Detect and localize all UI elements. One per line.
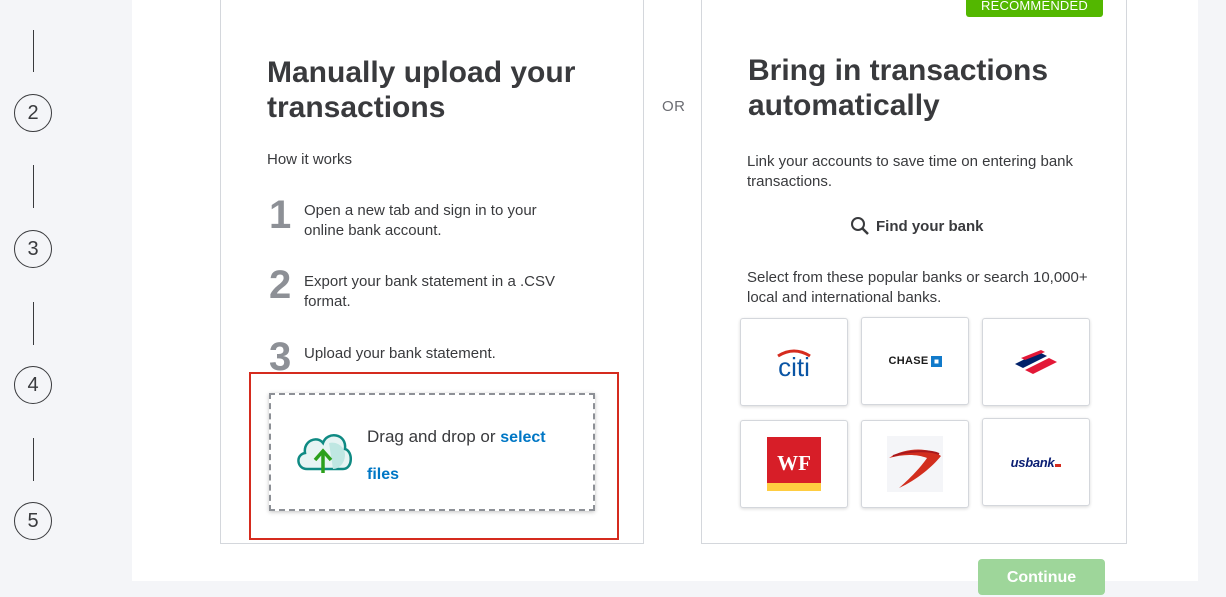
file-dropzone[interactable]: Drag and drop or select files <box>269 393 595 511</box>
us-bank-logo-icon: usbank <box>1011 455 1062 470</box>
rail-connector <box>33 165 34 208</box>
popular-banks-text: Select from these popular banks or searc… <box>747 269 1088 306</box>
us-bank-logo-text: usbank <box>1010 454 1055 470</box>
bank-tile-capital-one[interactable] <box>861 420 969 508</box>
capital-one-swoosh-icon <box>887 436 943 492</box>
manual-upload-title: Manually upload your transactions <box>267 56 576 124</box>
chase-logo-text: CHASE <box>888 355 929 367</box>
bank-tile-us-bank[interactable]: usbank <box>982 418 1090 506</box>
rail-connector <box>33 30 34 72</box>
or-separator: OR <box>662 98 686 115</box>
step-2-indicator[interactable]: 2 <box>14 94 52 132</box>
manual-step-3-text: Upload your bank statement. <box>304 345 496 362</box>
cloud-upload-icon <box>297 434 352 473</box>
wells-fargo-logo-icon: WF <box>767 437 821 491</box>
scrollbar[interactable] <box>1198 0 1212 581</box>
step-number: 3 <box>27 237 39 260</box>
manual-step-1-number: 1 <box>269 193 292 237</box>
dropzone-text: Drag and drop or select files <box>367 419 577 493</box>
continue-button[interactable]: Continue <box>978 559 1105 595</box>
bank-tile-bank-of-america[interactable] <box>982 318 1090 406</box>
step-number: 5 <box>27 509 39 532</box>
manual-step-2-text: Export your bank statement in a .CSV for… <box>304 273 555 310</box>
bank-tile-chase[interactable]: CHASE <box>861 317 969 405</box>
step-number: 2 <box>27 101 39 124</box>
manual-step-2-number: 2 <box>269 263 292 307</box>
chase-octagon-icon <box>930 355 942 367</box>
recommended-badge: RECOMMENDED <box>966 0 1103 17</box>
step-5-indicator[interactable]: 5 <box>14 502 52 540</box>
bank-of-america-logo-icon <box>1015 350 1057 374</box>
manual-step-3-number: 3 <box>269 335 292 379</box>
main-content: Manually upload your transactions How it… <box>132 0 1212 595</box>
citi-logo-text: citi <box>778 352 810 380</box>
step-3-indicator[interactable]: 3 <box>14 230 52 268</box>
bank-tile-citi[interactable]: citi <box>740 318 848 406</box>
step-4-indicator[interactable]: 4 <box>14 366 52 404</box>
find-your-bank-label: Find your bank <box>876 217 984 235</box>
bank-tile-wells-fargo[interactable]: WF <box>740 420 848 508</box>
manual-step-1-text: Open a new tab and sign in to your onlin… <box>304 202 537 239</box>
search-icon <box>851 217 869 235</box>
automatic-title: Bring in transactions automatically <box>748 54 1049 122</box>
chase-logo-icon: CHASE <box>888 355 942 367</box>
citi-logo-icon: citi <box>777 349 811 380</box>
step-number: 4 <box>27 373 39 396</box>
rail-connector <box>33 438 34 481</box>
step-rail: 2 3 4 5 <box>0 0 132 581</box>
wells-fargo-logo-text: WF <box>777 451 811 475</box>
how-it-works-label: How it works <box>267 151 353 168</box>
find-your-bank-button[interactable]: Find your bank <box>850 214 984 238</box>
rail-connector <box>33 302 34 345</box>
automatic-description: Link your accounts to save time on enter… <box>747 153 1074 190</box>
dropzone-instruction: Drag and drop or <box>367 427 496 446</box>
us-bank-dot <box>1055 463 1062 467</box>
